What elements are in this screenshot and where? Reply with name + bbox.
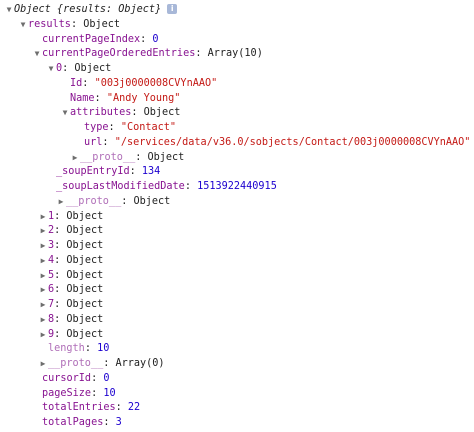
- entry-type: Object: [66, 299, 104, 310]
- expand-triangle-icon[interactable]: ▼: [60, 106, 70, 120]
- attributes-proto-row[interactable]: ▶ __proto__: Object: [60, 151, 185, 165]
- expand-triangle-icon[interactable]: ▶: [38, 357, 48, 371]
- type-row: type: "Contact": [84, 122, 177, 133]
- page-size-row: pageSize: 10: [42, 388, 116, 399]
- array-proto-row[interactable]: ▶ __proto__: Array(0): [38, 357, 165, 371]
- soup-last-modified-key: _soupLastModifiedDate: [56, 181, 185, 192]
- expand-triangle-icon[interactable]: ▼: [46, 62, 56, 76]
- total-pages-key: totalPages: [42, 417, 104, 428]
- entry-type: Object: [66, 211, 104, 222]
- entry-type: Object: [66, 314, 104, 325]
- soup-entry-id-value: 134: [141, 166, 161, 177]
- entry-type: Object: [66, 284, 104, 295]
- length-value: 10: [97, 343, 110, 354]
- total-entries-row: totalEntries: 22: [42, 402, 141, 413]
- entry-row[interactable]: ▶ 8: Object: [38, 313, 104, 327]
- id-row: Id: "003j0000008CVYnAAO": [70, 78, 218, 89]
- soup-last-modified-row: _soupLastModifiedDate: 1513922440915: [56, 181, 277, 192]
- proto-key: __proto__: [66, 196, 122, 207]
- soup-entry-id-key: _soupEntryId: [56, 166, 130, 177]
- entry-type: Object: [66, 270, 104, 281]
- expand-triangle-icon[interactable]: ▶: [38, 313, 48, 327]
- attributes-type: Object: [143, 107, 181, 118]
- cursor-id-row: cursorId: 0: [42, 373, 110, 384]
- results-row[interactable]: ▼ results: Object: [18, 18, 120, 32]
- expand-triangle-icon[interactable]: ▼: [18, 18, 28, 32]
- name-value: "Andy Young": [106, 93, 181, 104]
- expand-triangle-icon[interactable]: ▶: [38, 269, 48, 283]
- expand-triangle-icon[interactable]: ▶: [38, 254, 48, 268]
- info-icon[interactable]: i: [167, 4, 178, 14]
- id-key: Id: [70, 78, 83, 89]
- id-value: "003j0000008CVYnAAO": [94, 78, 218, 89]
- proto-value: Array(0): [115, 358, 165, 369]
- attributes-key: attributes: [70, 107, 132, 118]
- name-row: Name: "Andy Young": [70, 93, 181, 104]
- root-summary: Object {results: Object}: [14, 4, 162, 15]
- soup-last-modified-value: 1513922440915: [197, 181, 277, 192]
- soup-entry-id-row: _soupEntryId: 134: [56, 166, 161, 177]
- expand-triangle-icon[interactable]: ▼: [4, 3, 14, 17]
- expand-triangle-icon[interactable]: ▶: [38, 328, 48, 342]
- proto-key: __proto__: [80, 152, 136, 163]
- entries-key: currentPageOrderedEntries: [42, 48, 196, 59]
- cursor-id-key: cursorId: [42, 373, 92, 384]
- expand-triangle-icon[interactable]: ▶: [38, 210, 48, 224]
- entry-type: Object: [66, 329, 104, 340]
- expand-triangle-icon[interactable]: ▶: [38, 224, 48, 238]
- url-key: url: [84, 137, 103, 148]
- current-page-index-key: currentPageIndex: [42, 34, 141, 45]
- entry-row[interactable]: ▶ 4: Object: [38, 254, 104, 268]
- type-value: "Contact": [120, 122, 177, 133]
- expand-triangle-icon[interactable]: ▶: [38, 283, 48, 297]
- devtools-console-object-tree: ▼ Object {results: Object} i ▼ results: Obj…: [0, 0, 474, 432]
- entry-type: Object: [66, 225, 104, 236]
- expand-triangle-icon[interactable]: ▶: [56, 195, 66, 209]
- url-value: "/services/data/v36.0/sobjects/Contact/0…: [114, 137, 471, 148]
- entry-row[interactable]: ▶ 6: Object: [38, 283, 104, 297]
- total-entries-value: 22: [127, 402, 141, 413]
- proto-value: Object: [133, 196, 171, 207]
- page-size-value: 10: [103, 388, 116, 399]
- entry-type: Object: [66, 240, 104, 251]
- entry-row[interactable]: ▶ 5: Object: [38, 269, 104, 283]
- results-key: results: [28, 19, 71, 30]
- entry-row[interactable]: ▶ 3: Object: [38, 239, 104, 253]
- entry-0-row[interactable]: ▼ 0: Object: [46, 62, 112, 76]
- total-pages-value: 3: [115, 417, 122, 428]
- total-entries-key: totalEntries: [42, 402, 116, 413]
- attributes-row[interactable]: ▼ attributes: Object: [60, 106, 181, 120]
- expand-triangle-icon[interactable]: ▶: [38, 298, 48, 312]
- cursor-id-value: 0: [103, 373, 110, 384]
- entry-row[interactable]: ▶ 2: Object: [38, 224, 104, 238]
- entry-0-type: Object: [74, 63, 112, 74]
- entries-row[interactable]: ▼ currentPageOrderedEntries: Array(10): [32, 47, 263, 61]
- entries-type: Array(10): [207, 48, 263, 59]
- entry-row[interactable]: ▶ 7: Object: [38, 298, 104, 312]
- type-key: type: [84, 122, 109, 133]
- name-key: Name: [70, 93, 95, 104]
- expand-triangle-icon[interactable]: ▼: [32, 47, 42, 61]
- url-row: url: "/services/data/v36.0/sobjects/Cont…: [84, 137, 471, 148]
- results-type: Object: [83, 19, 121, 30]
- entry-row[interactable]: ▶ 1: Object: [38, 210, 104, 224]
- proto-key: __proto__: [48, 358, 104, 369]
- root-object-row[interactable]: ▼ Object {results: Object} i: [4, 3, 178, 17]
- total-pages-row: totalPages: 3: [42, 417, 122, 428]
- proto-value: Object: [147, 152, 185, 163]
- page-size-key: pageSize: [42, 388, 92, 399]
- length-key: length: [48, 343, 85, 354]
- length-row: length: 10: [48, 343, 110, 354]
- current-page-index-row: currentPageIndex: 0: [42, 34, 159, 45]
- expand-triangle-icon[interactable]: ▶: [38, 239, 48, 253]
- current-page-index-value: 0: [152, 34, 159, 45]
- entry-0-proto-row[interactable]: ▶ __proto__: Object: [46, 195, 171, 209]
- entry-type: Object: [66, 255, 104, 266]
- expand-triangle-icon[interactable]: ▶: [70, 151, 80, 165]
- entry-row[interactable]: ▶ 9: Object: [38, 328, 104, 342]
